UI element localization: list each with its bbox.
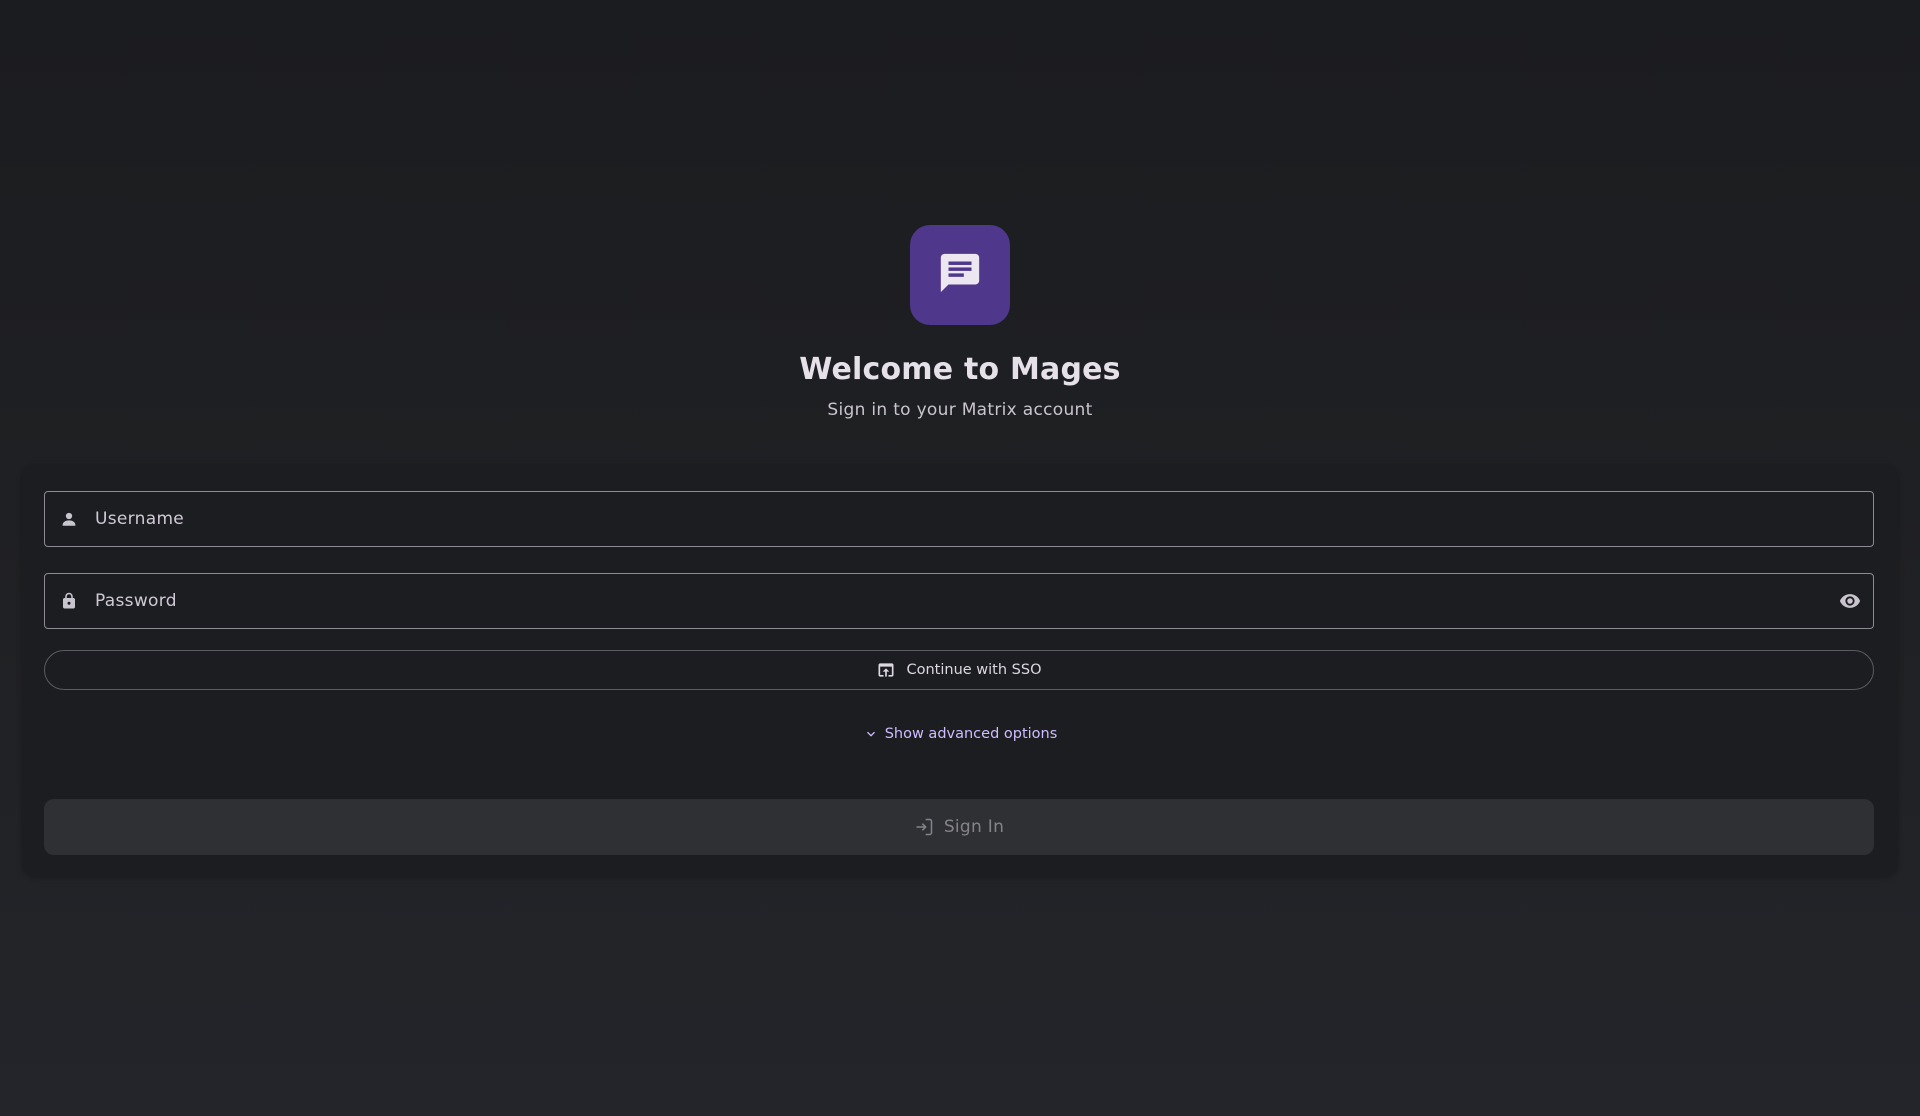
open-in-browser-icon xyxy=(876,660,896,680)
eye-icon[interactable] xyxy=(1837,588,1863,614)
login-page: Welcome to Mages Sign in to your Matrix … xyxy=(0,0,1920,1116)
password-input[interactable] xyxy=(95,574,1837,628)
login-card: Continue with SSO Show advanced options … xyxy=(22,464,1898,876)
username-input[interactable] xyxy=(95,492,1873,546)
password-field[interactable] xyxy=(44,573,1874,629)
app-logo xyxy=(910,225,1010,325)
lock-icon xyxy=(59,591,79,611)
chevron-down-icon xyxy=(863,726,879,742)
advanced-options-label: Show advanced options xyxy=(884,726,1058,742)
page-title: Welcome to Mages xyxy=(799,352,1121,387)
sso-button-label: Continue with SSO xyxy=(906,662,1042,678)
login-icon xyxy=(914,817,934,837)
sign-in-button[interactable]: Sign In xyxy=(44,799,1874,855)
show-advanced-options-toggle[interactable]: Show advanced options xyxy=(863,726,1058,742)
page-subtitle: Sign in to your Matrix account xyxy=(827,400,1093,420)
chat-bubble-icon xyxy=(937,250,983,300)
username-field[interactable] xyxy=(44,491,1874,547)
person-icon xyxy=(59,509,79,529)
advanced-options-row: Show advanced options xyxy=(22,726,1898,742)
sign-in-label: Sign In xyxy=(943,817,1005,837)
sso-button[interactable]: Continue with SSO xyxy=(44,650,1874,690)
